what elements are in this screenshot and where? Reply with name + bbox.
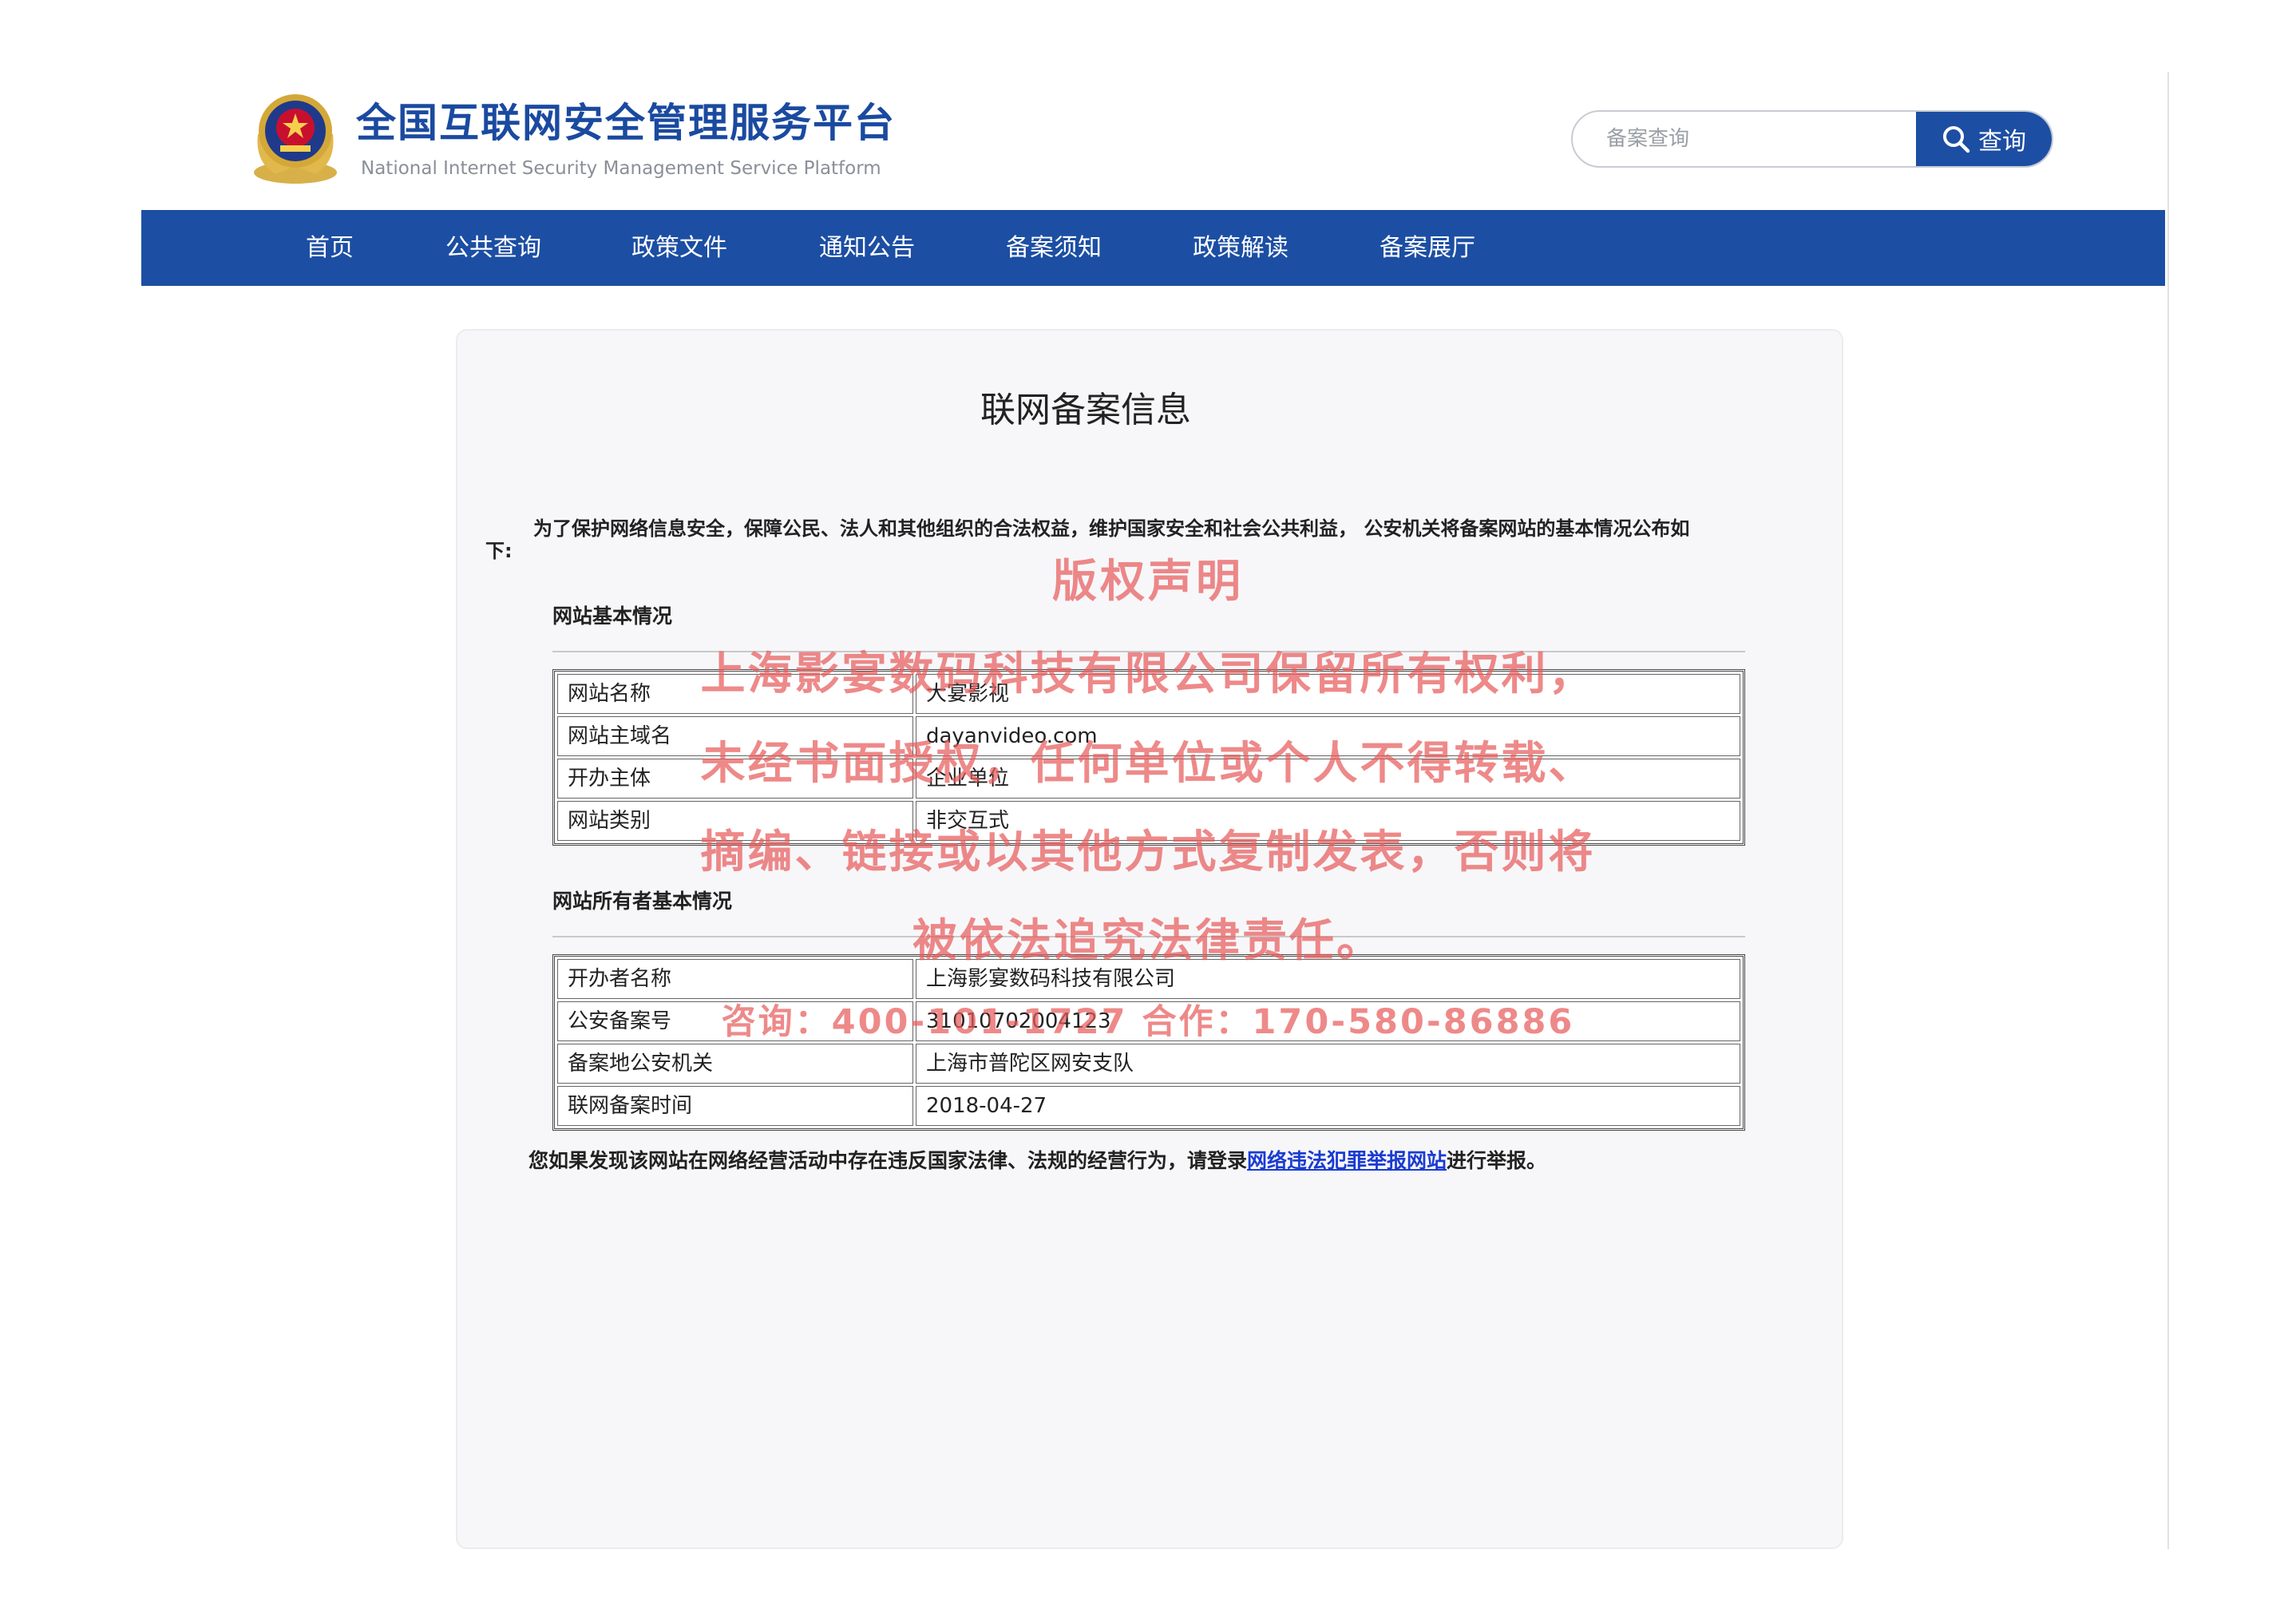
row-label: 备案地公安机关 (557, 1044, 913, 1084)
search-button[interactable]: 查询 (1916, 112, 2052, 166)
row-value: 非交互式 (916, 801, 1740, 841)
search-button-label: 查询 (1978, 128, 2026, 156)
row-value: 大宴影视 (916, 674, 1740, 714)
search-input[interactable] (1573, 112, 1916, 166)
nav-item-policy-documents[interactable]: 政策文件 (631, 210, 727, 286)
nav-item-filing-showcase[interactable]: 备案展厅 (1380, 210, 1475, 286)
page-title: 联网备案信息 (980, 390, 1191, 430)
report-note: 您如果发现该网站在网络经营活动中存在违反国家法律、法规的经营行为，请登录网络违法… (528, 1148, 1546, 1174)
table-row: 公安备案号 31010702004123 (557, 1001, 1740, 1041)
row-label: 网站主域名 (557, 716, 913, 756)
row-value: 2018-04-27 (916, 1086, 1740, 1126)
website-info-heading: 网站基本情况 (552, 604, 673, 628)
site-title: 全国互联网安全管理服务平台 (356, 100, 896, 146)
search-icon (1943, 126, 1970, 153)
report-note-prefix: 您如果发现该网站在网络经营活动中存在违反国家法律、法规的经营行为，请登录 (528, 1149, 1248, 1172)
row-label: 网站类别 (557, 801, 913, 841)
table-row: 网站名称 大宴影视 (557, 674, 1740, 714)
row-value: dayanvideo.com (916, 716, 1740, 756)
right-divider (2167, 72, 2169, 1549)
search-box: 查询 (1571, 110, 2053, 168)
nav-item-policy-interpretation[interactable]: 政策解读 (1193, 210, 1289, 286)
nav-item-filing-guide[interactable]: 备案须知 (1006, 210, 1102, 286)
row-value: 上海影宴数码科技有限公司 (916, 959, 1740, 999)
row-value: 企业单位 (916, 759, 1740, 799)
website-info-table: 网站名称 大宴影视 网站主域名 dayanvideo.com 开办主体 企业单位… (552, 669, 1745, 846)
report-note-suffix: 进行举报。 (1447, 1149, 1547, 1172)
row-label: 开办者名称 (557, 959, 913, 999)
website-info-divider (552, 651, 1745, 652)
police-emblem-icon (254, 94, 337, 184)
nav-item-notices[interactable]: 通知公告 (819, 210, 915, 286)
table-row: 开办者名称 上海影宴数码科技有限公司 (557, 959, 1740, 999)
row-value: 31010702004123 (916, 1001, 1740, 1041)
site-subtitle: National Internet Security Management Se… (361, 158, 881, 179)
table-row: 联网备案时间 2018-04-27 (557, 1086, 1740, 1126)
owner-info-heading: 网站所有者基本情况 (552, 890, 733, 913)
owner-info-table: 开办者名称 上海影宴数码科技有限公司 公安备案号 31010702004123 … (552, 954, 1745, 1131)
row-value: 上海市普陀区网安支队 (916, 1044, 1740, 1084)
row-label: 联网备案时间 (557, 1086, 913, 1126)
intro-text-continuation: 下: (485, 540, 513, 562)
row-label: 开办主体 (557, 759, 913, 799)
owner-info-divider (552, 936, 1745, 937)
table-row: 网站类别 非交互式 (557, 801, 1740, 841)
table-row: 网站主域名 dayanvideo.com (557, 716, 1740, 756)
table-row: 开办主体 企业单位 (557, 759, 1740, 799)
row-label: 网站名称 (557, 674, 913, 714)
table-row: 备案地公安机关 上海市普陀区网安支队 (557, 1044, 1740, 1084)
main-nav: 首页 公共查询 政策文件 通知公告 备案须知 政策解读 备案展厅 (141, 210, 2165, 286)
report-site-link[interactable]: 网络违法犯罪举报网站 (1247, 1149, 1447, 1172)
nav-item-home[interactable]: 首页 (306, 210, 354, 286)
intro-text: 为了保护网络信息安全，保障公民、法人和其他组织的合法权益，维护国家安全和社会公共… (533, 517, 1690, 540)
filing-info-card (456, 329, 1843, 1549)
row-label: 公安备案号 (557, 1001, 913, 1041)
nav-item-public-query[interactable]: 公共查询 (445, 210, 541, 286)
